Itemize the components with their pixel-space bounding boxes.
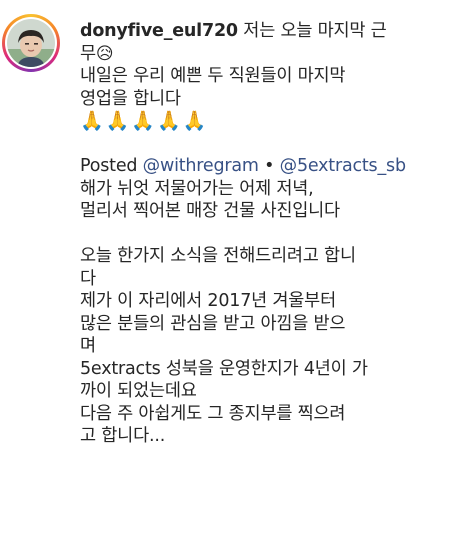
body-line: 멀리서 찍어본 매장 건물 사진입니다 — [80, 201, 340, 221]
body-line: 5extracts 성북을 운영한지가 4년이 가 — [80, 358, 368, 379]
caption-line-2: 무😥 — [80, 43, 452, 66]
repost-attribution: Posted @withregram • @5extracts_sb — [80, 155, 452, 178]
sad-face-icon: 😥 — [95, 43, 114, 64]
profile-avatar-image — [7, 19, 55, 67]
body-line: 해가 뉘엇 저물어가는 어제 저녁, — [80, 178, 314, 199]
body-line: 며 — [80, 336, 96, 356]
praying-hands-icon: 🙏🙏🙏🙏🙏 — [80, 110, 209, 132]
caption-header-line: donyfive_eul720 저는 오늘 마지막 근 — [80, 20, 452, 43]
body-line: 많은 분들의 관심을 받고 아낌을 받으 — [80, 313, 346, 334]
body-line: 제가 이 자리에서 2017년 겨울부터 — [80, 291, 336, 311]
caption-line-1: 저는 오늘 마지막 근 — [243, 21, 387, 41]
mention-5extracts[interactable]: @5extracts_sb — [280, 156, 406, 176]
mention-withregram[interactable]: @withregram — [143, 156, 259, 176]
avatar[interactable] — [5, 17, 57, 69]
caption-line-3: 내일은 우리 예쁜 두 직원들이 마지막 — [80, 66, 346, 86]
body-line: 다 — [80, 268, 96, 289]
body-line: 오늘 한가지 소식을 전해드리려고 합니 — [80, 246, 356, 266]
caption-line-4: 영업을 합니다 — [80, 88, 181, 109]
username-link[interactable]: donyfive_eul720 — [80, 21, 238, 41]
body-line: 까이 되었는데요 — [80, 381, 197, 401]
caption-text-2: 무 — [80, 43, 96, 64]
bullet-separator: • — [264, 156, 275, 176]
body-line: 고 합니다... — [80, 426, 166, 446]
post-caption: donyfive_eul720 저는 오늘 마지막 근 무😥 내일은 우리 예쁜… — [80, 20, 452, 448]
posted-label: Posted — [80, 156, 138, 176]
body-line: 다음 주 아쉽게도 그 종지부를 찍으려 — [80, 403, 346, 424]
